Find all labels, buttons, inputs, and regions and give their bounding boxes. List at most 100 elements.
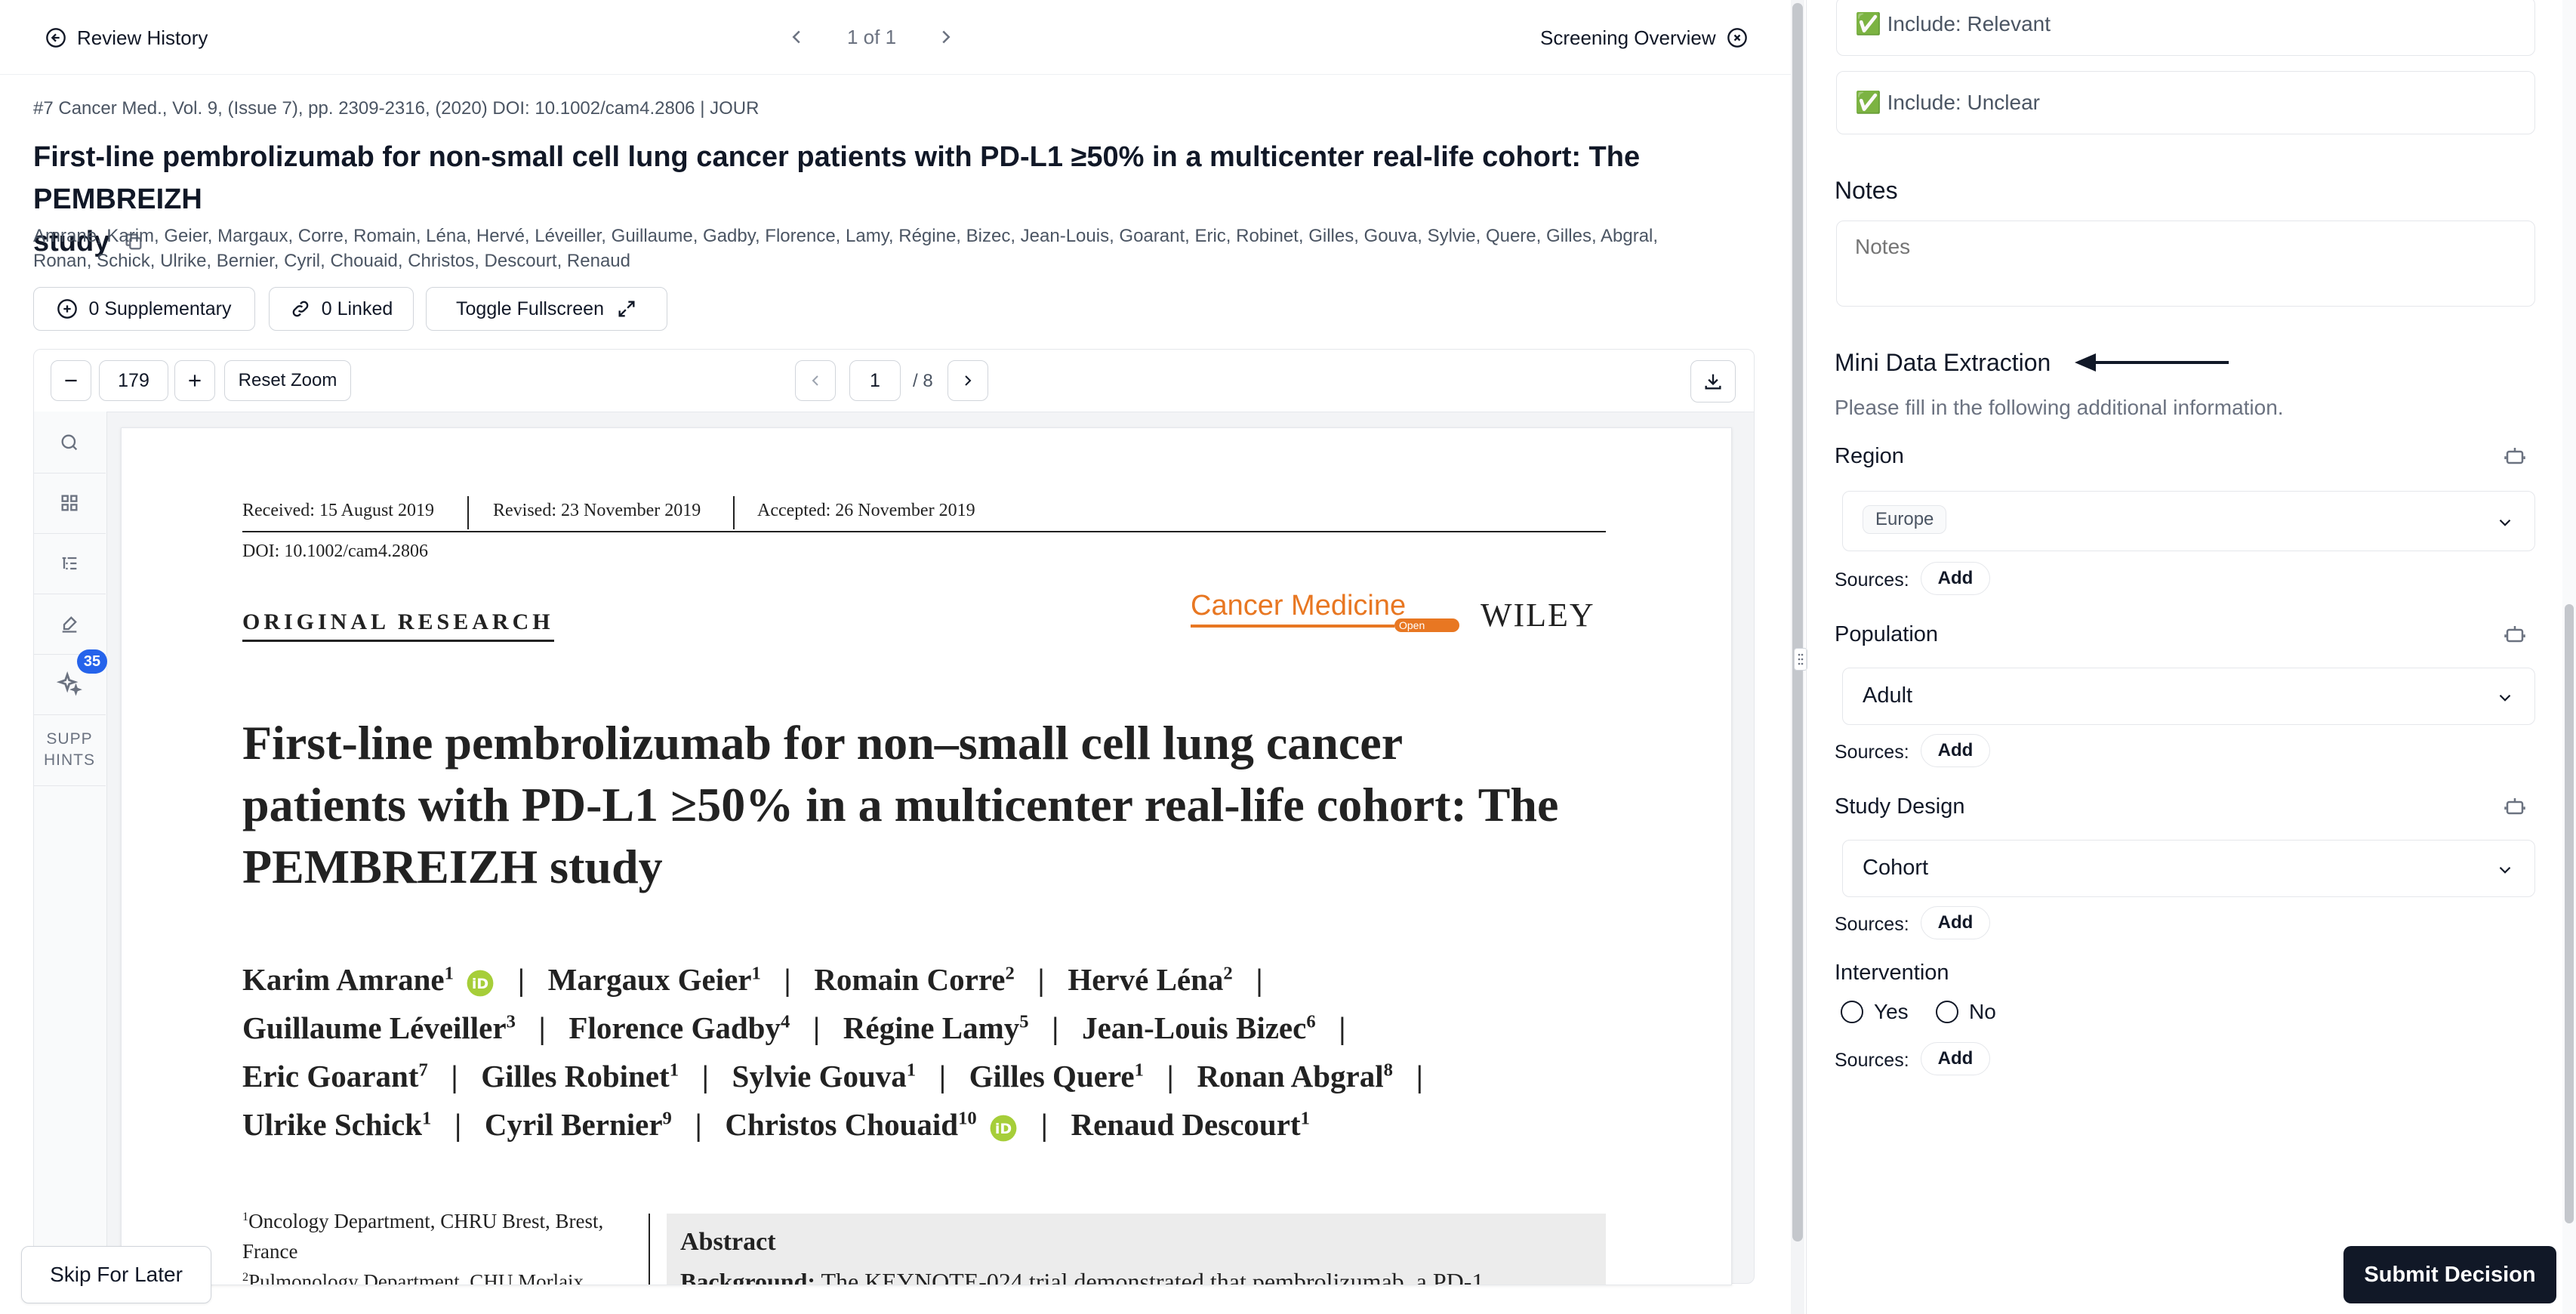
region-select[interactable]: Europe — [1842, 491, 2535, 551]
pdf-title-line1: First-line pembrolizumab for non–small c… — [242, 716, 1404, 770]
radio-no[interactable] — [1936, 1001, 1958, 1023]
author-name: Karim Amrane — [242, 962, 445, 997]
highlight-tool[interactable] — [33, 594, 106, 655]
skip-for-later-button[interactable]: Skip For Later — [21, 1246, 211, 1303]
reset-zoom-button[interactable]: Reset Zoom — [224, 360, 351, 401]
zoom-input[interactable]: 179 — [99, 360, 168, 401]
intervention-add-source-button[interactable]: Add — [1921, 1042, 1990, 1075]
ai-assist-study-design[interactable] — [2504, 794, 2526, 817]
pointer-arrow-icon — [2073, 349, 2232, 380]
supplementary-button[interactable]: 0 Supplementary — [33, 287, 255, 331]
download-button[interactable] — [1690, 360, 1736, 403]
review-history-link[interactable]: Review History — [45, 24, 208, 51]
left-scroll-thumb[interactable] — [1792, 3, 1803, 1242]
population-add-source-button[interactable]: Add — [1921, 734, 1990, 767]
linked-button[interactable]: 0 Linked — [269, 287, 414, 331]
page-total: / 8 — [913, 371, 933, 391]
author-name: Régine Lamy — [843, 1010, 1020, 1045]
header-divider — [0, 74, 1791, 75]
grid-icon — [59, 492, 80, 514]
header-rule — [242, 531, 1606, 532]
author-name: Ulrike Schick — [242, 1107, 423, 1142]
radio-no-label: No — [1969, 1000, 1996, 1023]
grip-icon — [1798, 652, 1804, 666]
authors-line1: Amrane, Karim, Geier, Margaux, Corre, Ro… — [33, 226, 1659, 246]
population-label: Population — [1835, 622, 1939, 646]
zoom-in-button[interactable] — [174, 360, 215, 401]
supp-hints-label-2: HINTS — [44, 751, 95, 769]
screening-overview-label: Screening Overview — [1540, 26, 1716, 49]
author-name: Gilles Quere — [969, 1059, 1135, 1093]
close-circle-icon — [1727, 27, 1748, 48]
download-icon — [1702, 371, 1724, 392]
population-sources-label: Sources: — [1835, 742, 1909, 763]
authors-list: Amrane, Karim, Geier, Margaux, Corre, Ro… — [33, 224, 1785, 273]
author-name: Eric Goarant — [242, 1059, 419, 1093]
study-design-label: Study Design — [1835, 794, 1965, 819]
ai-assist-population[interactable] — [2504, 622, 2526, 645]
notes-input[interactable] — [1836, 221, 2535, 307]
population-select[interactable]: Adult — [1842, 668, 2535, 725]
toggle-fullscreen-button[interactable]: Toggle Fullscreen — [426, 287, 667, 331]
study-design-add-source-button[interactable]: Add — [1921, 906, 1990, 939]
include-unclear-label: ✅ Include: Unclear — [1855, 91, 2040, 114]
radio-yes[interactable] — [1841, 1001, 1863, 1023]
pdf-authors: Karim Amrane1 iD | Margaux Geier1 | Roma… — [242, 955, 1616, 1149]
prev-page-button[interactable] — [795, 360, 836, 401]
outline-tool[interactable] — [33, 533, 106, 594]
record-indicator: 1 of 1 — [847, 26, 897, 48]
intervention-yes-option[interactable]: Yes — [1841, 1000, 1909, 1024]
include-unclear-option[interactable]: ✅ Include: Unclear — [1836, 71, 2535, 134]
screening-overview-link[interactable]: Screening Overview — [1540, 24, 1748, 51]
next-page-button[interactable] — [948, 360, 988, 401]
region-chip[interactable]: Europe — [1863, 505, 1947, 534]
submit-decision-button[interactable]: Submit Decision — [2343, 1246, 2556, 1303]
intervention-sources-label: Sources: — [1835, 1050, 1909, 1071]
authors-line2: Ronan, Schick, Ulrike, Bernier, Cyril, C… — [33, 251, 630, 271]
accepted-date: Accepted: 26 November 2019 — [757, 501, 975, 520]
affiliation-rule — [649, 1214, 650, 1285]
sidebar-scroll-thumb[interactable] — [2565, 604, 2574, 1223]
intervention-label: Intervention — [1835, 961, 1949, 985]
intervention-no-option[interactable]: No — [1936, 1000, 1996, 1024]
fullscreen-label: Toggle Fullscreen — [456, 298, 604, 319]
sparkles-icon — [57, 671, 82, 697]
orcid-icon[interactable]: iD — [989, 1114, 1018, 1143]
region-add-source-button[interactable]: Add — [1921, 562, 1990, 595]
chevron-right-icon — [935, 26, 957, 48]
ai-hints-badge: 35 — [77, 649, 107, 674]
thumbnails-tool[interactable] — [33, 473, 106, 534]
author-name: Guillaume Léveiller — [242, 1010, 507, 1045]
abstract-background-text: The KEYNOTE-024 trial demonstrated that … — [821, 1268, 1484, 1285]
authors-row: Eric Goarant7 | Gilles Robinet1 | Sylvie… — [242, 1059, 1423, 1093]
journal-underline — [1191, 625, 1394, 628]
highlighter-icon — [59, 613, 80, 634]
author-name: Renaud Descourt — [1071, 1107, 1301, 1142]
robot-icon — [2504, 794, 2526, 817]
include-relevant-option[interactable]: ✅ Include: Relevant — [1836, 0, 2535, 56]
prev-record-button[interactable] — [785, 26, 808, 48]
pdf-title-line2: patients with PD-L1 ≥50% in a multicente… — [242, 778, 1559, 831]
page-input[interactable]: 1 — [849, 360, 901, 401]
mde-heading: Mini Data Extraction — [1835, 349, 2051, 376]
affiliation-1: Oncology Department, CHRU Brest, Brest, — [248, 1210, 604, 1232]
supp-hints-label-1: SUPP — [46, 730, 93, 748]
ai-assist-region[interactable] — [2504, 444, 2526, 467]
zoom-out-button[interactable] — [51, 360, 91, 401]
pdf-title-line3: PEMBREIZH study — [242, 840, 663, 893]
chevron-down-icon — [2495, 513, 2515, 536]
author-name: Sylvie Gouva — [732, 1059, 907, 1093]
author-name: Margaux Geier — [547, 962, 752, 997]
orcid-icon[interactable]: iD — [466, 969, 495, 998]
study-design-select[interactable]: Cohort — [1842, 840, 2535, 897]
author-name: Christos Chouaid — [725, 1107, 959, 1142]
author-name: Cyril Bernier — [484, 1107, 663, 1142]
affiliation-2: Pulmonology Department, CHU Morlaix — [248, 1270, 584, 1285]
sidebar-scrollbar[interactable] — [2562, 0, 2576, 1314]
supp-hints-tool[interactable]: SUPP HINTS — [33, 714, 106, 786]
author-name: Romain Corre — [814, 962, 1006, 997]
search-tool[interactable] — [33, 412, 106, 473]
supplementary-label: 0 Supplementary — [88, 298, 232, 319]
plus-circle-icon — [57, 298, 78, 319]
next-record-button[interactable] — [935, 26, 957, 48]
